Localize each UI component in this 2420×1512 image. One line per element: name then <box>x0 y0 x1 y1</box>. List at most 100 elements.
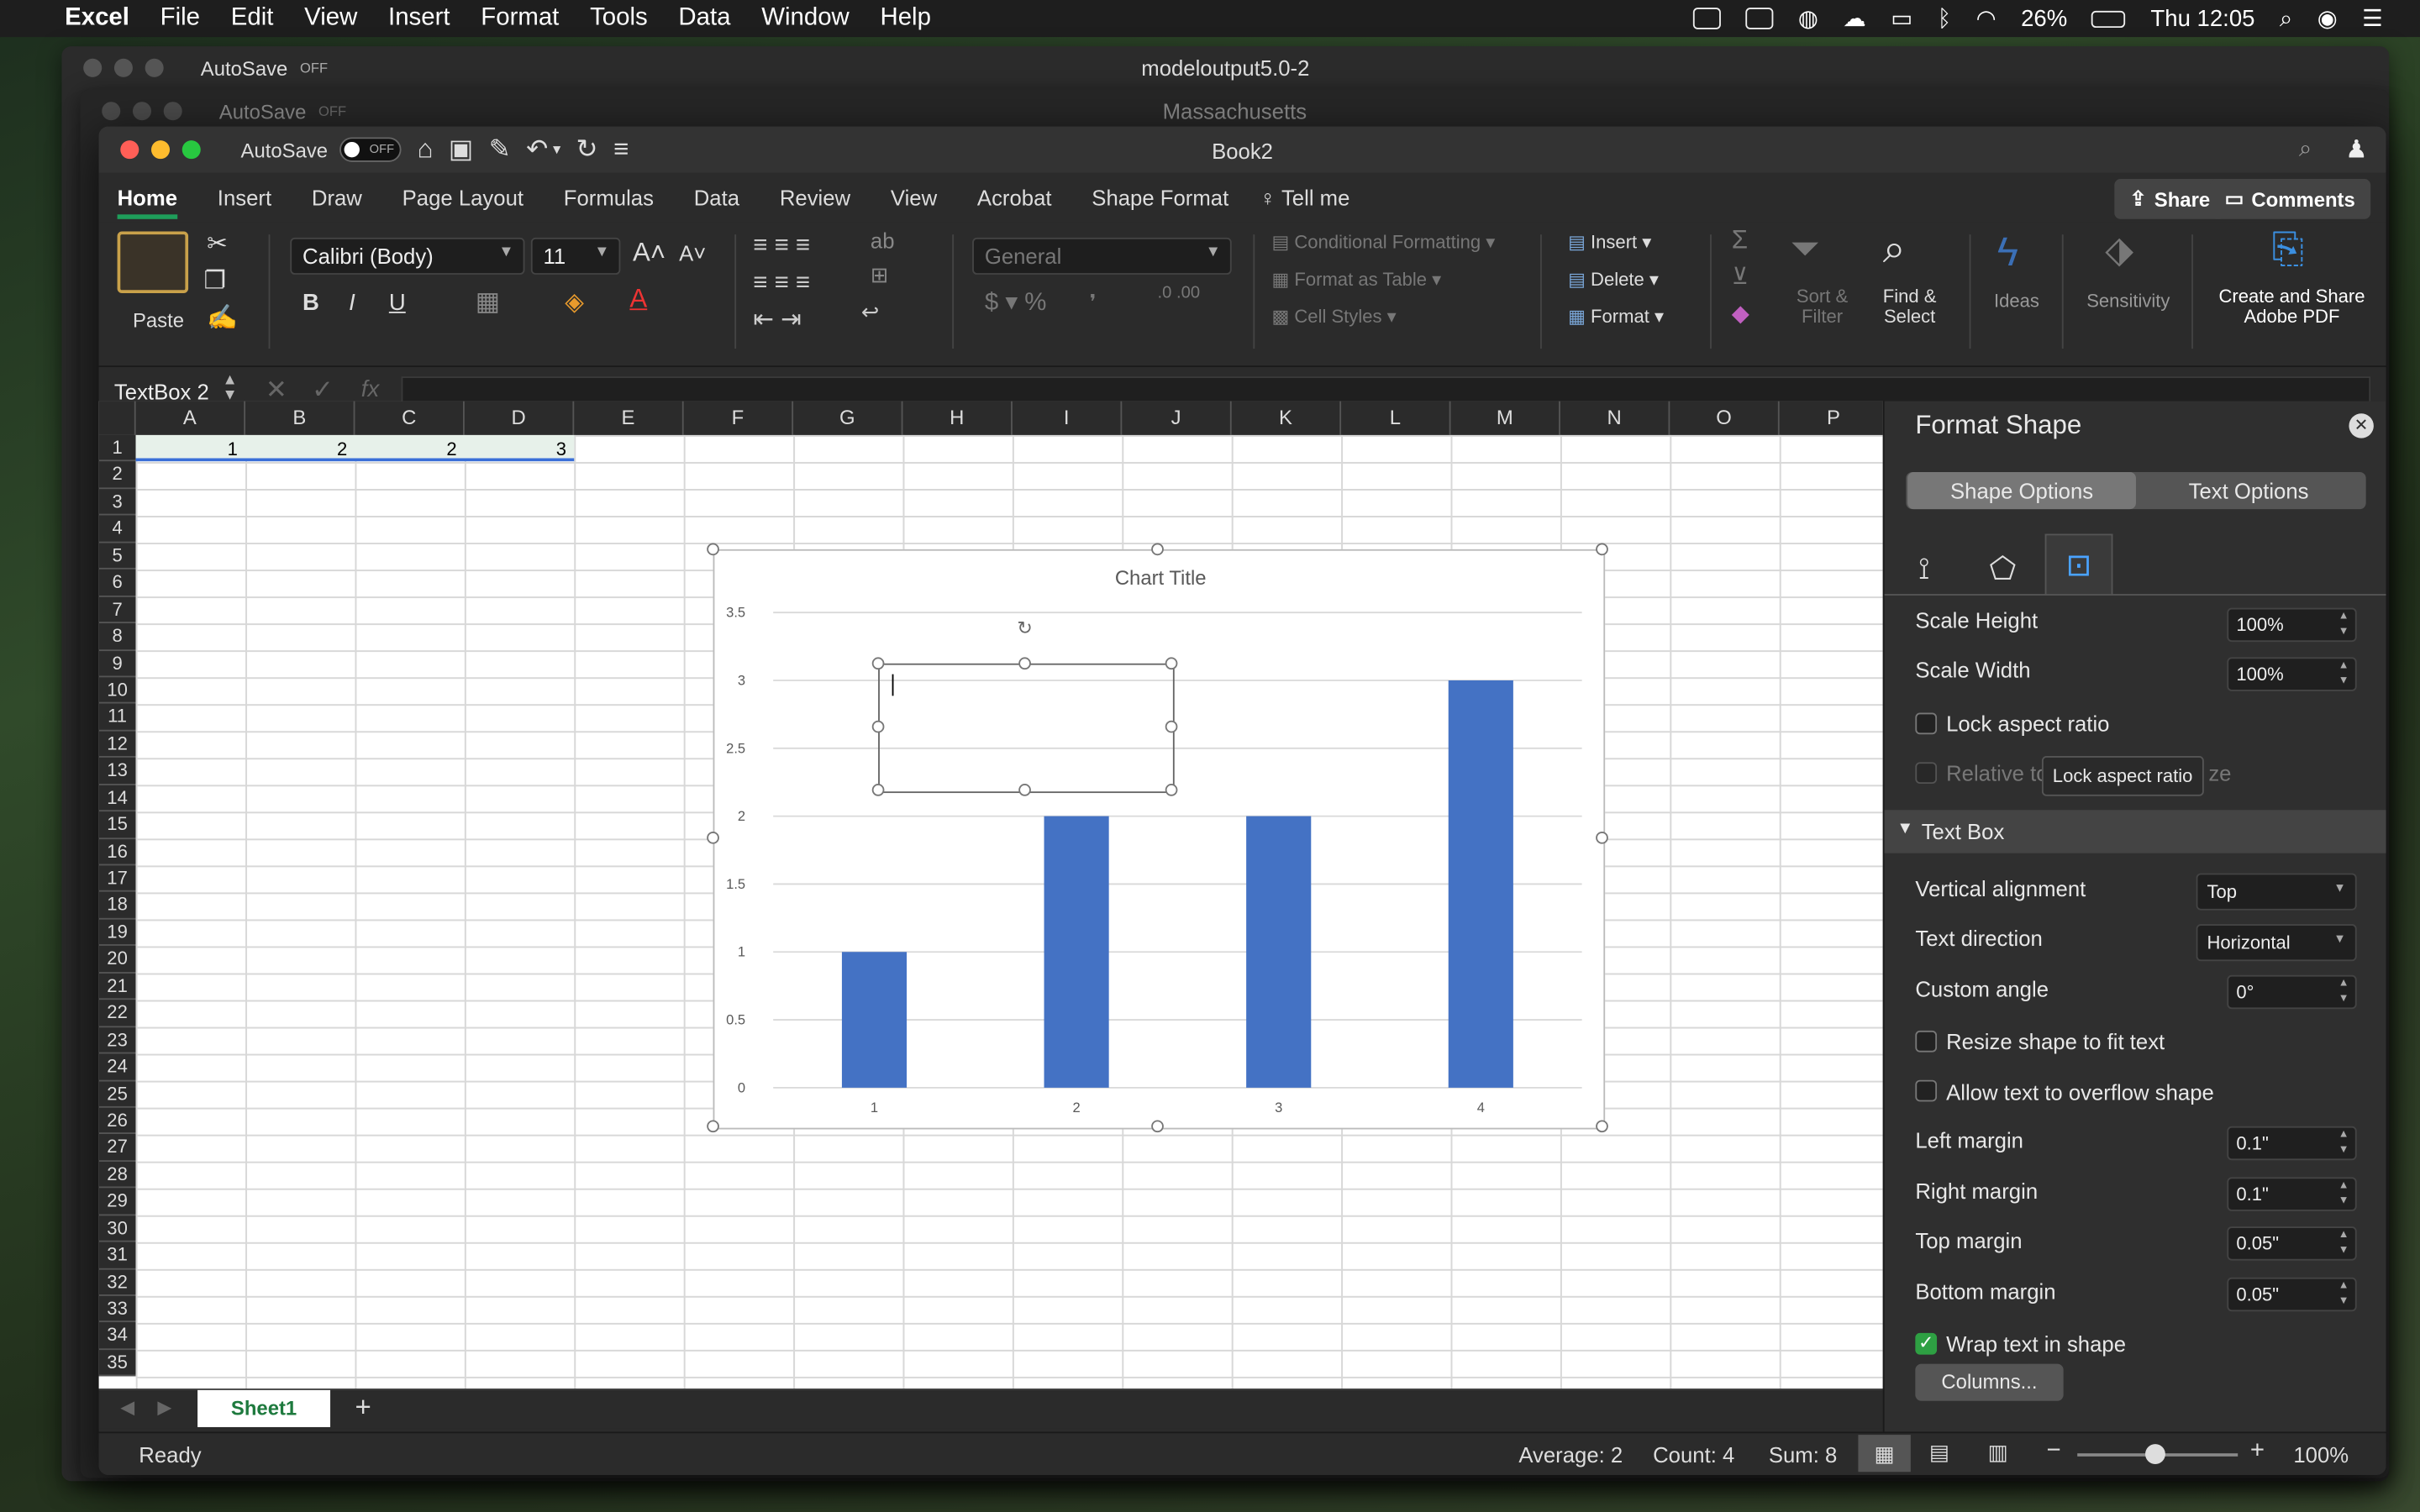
text-box-2[interactable] <box>871 657 1178 796</box>
column-header[interactable]: N <box>1560 401 1670 435</box>
right-margin-input[interactable]: 0.1" ▲ ▼ <box>2227 1177 2357 1211</box>
borders-icon[interactable]: ▦ <box>476 287 501 318</box>
sort-filter-icon[interactable]: ⏷ <box>1791 228 1820 271</box>
find-select-icon[interactable]: ⌕ <box>1883 225 1906 275</box>
top-margin-input[interactable]: 0.05" ▲ ▼ <box>2227 1226 2357 1261</box>
allow-overflow-checkbox[interactable] <box>1915 1079 1938 1102</box>
row-header[interactable]: 6 <box>98 570 136 597</box>
row-header[interactable]: 28 <box>98 1162 136 1189</box>
format-as-table-button[interactable]: ▦ Format as Table ▾ <box>1271 269 1441 291</box>
comma-icon[interactable]: ❜ <box>1090 290 1097 314</box>
prev-sheet-icon[interactable]: ◀ <box>120 1396 134 1418</box>
autosum-icon[interactable]: Σ <box>1732 225 1748 256</box>
row-header[interactable]: 9 <box>98 650 136 678</box>
textbox-resize-handle[interactable] <box>871 657 885 670</box>
notification-center-icon[interactable]: ☰ <box>2362 5 2383 32</box>
menu-file[interactable]: File <box>160 5 200 33</box>
row-header[interactable]: 14 <box>98 785 136 812</box>
tab-shape-format[interactable]: Shape Format <box>1092 176 1228 218</box>
normal-view-icon[interactable]: ▦ <box>1858 1435 1911 1473</box>
chart-resize-handle[interactable] <box>1151 543 1164 556</box>
relative-size-checkbox[interactable] <box>1915 762 1938 785</box>
column-header[interactable]: F <box>684 401 794 435</box>
bluetooth-icon[interactable]: ᛒ <box>1938 5 1952 31</box>
textbox-resize-handle[interactable] <box>1165 657 1178 670</box>
sensitivity-icon[interactable]: ⬗ <box>2105 228 2133 273</box>
row-header[interactable]: 22 <box>98 1000 136 1027</box>
adobe-pdf-icon[interactable]: ⎘ <box>2272 225 2304 275</box>
menu-format[interactable]: Format <box>481 5 559 33</box>
zoom-level[interactable]: 100% <box>2293 1442 2349 1467</box>
column-header[interactable]: D <box>465 401 575 435</box>
row-header[interactable]: 33 <box>98 1296 136 1323</box>
status-sum[interactable]: Sum: 8 <box>1769 1442 1837 1467</box>
conditional-formatting-button[interactable]: ▤ Conditional Formatting ▾ <box>1271 232 1495 254</box>
copy-icon[interactable]: ❐ <box>203 265 225 297</box>
scale-height-input[interactable]: 100% ▲ ▼ <box>2227 607 2357 643</box>
bar[interactable] <box>1246 816 1312 1088</box>
stepper-icon[interactable]: ▲ ▼ <box>2338 1179 2349 1210</box>
row-header[interactable]: 21 <box>98 973 136 1000</box>
left-margin-input[interactable]: 0.1" ▲ ▼ <box>2227 1126 2357 1161</box>
tab-page-layout[interactable]: Page Layout <box>402 176 523 218</box>
size-properties-icon[interactable]: ⊡ <box>2044 533 2113 596</box>
stepper-icon[interactable]: ▲ ▼ <box>2338 977 2349 1008</box>
page-break-view-icon[interactable]: ▥ <box>1988 1440 2008 1466</box>
stepper-icon[interactable]: ▲ ▼ <box>2338 1228 2349 1259</box>
fill-color-icon[interactable]: ◈ <box>565 287 584 318</box>
menu-app-name[interactable]: Excel <box>65 5 129 33</box>
menu-help[interactable]: Help <box>880 5 930 33</box>
chart-resize-handle[interactable] <box>707 831 719 844</box>
page-layout-view-icon[interactable]: ▤ <box>1929 1440 1949 1466</box>
tell-me[interactable]: ♀ Tell me <box>1260 176 1349 218</box>
tab-insert[interactable]: Insert <box>218 176 271 218</box>
tab-shape-options[interactable]: Shape Options <box>1907 472 2136 510</box>
column-header[interactable]: K <box>1232 401 1342 435</box>
next-sheet-icon[interactable]: ▶ <box>157 1396 171 1418</box>
italic-button[interactable]: I <box>349 290 355 316</box>
row-header[interactable]: 30 <box>98 1215 136 1242</box>
row-header[interactable]: 10 <box>98 677 136 705</box>
row-header[interactable]: 13 <box>98 758 136 785</box>
row-header[interactable]: 23 <box>98 1027 136 1054</box>
row-header[interactable]: 19 <box>98 919 136 947</box>
stepper-icon[interactable]: ▲ ▼ <box>2338 659 2349 690</box>
row-header[interactable]: 34 <box>98 1323 136 1350</box>
stepper-icon[interactable]: ▲ ▼ <box>2338 1279 2349 1310</box>
column-header[interactable]: G <box>793 401 903 435</box>
cut-icon[interactable]: ✂ <box>207 228 228 260</box>
wifi-icon[interactable]: ◠ <box>1976 5 1996 32</box>
row-header[interactable]: 4 <box>98 516 136 543</box>
camera-icon[interactable] <box>1692 8 1722 29</box>
chart-resize-handle[interactable] <box>707 1120 719 1133</box>
menu-edit[interactable]: Edit <box>231 5 274 33</box>
search-icon[interactable]: ⌕ <box>2299 136 2312 162</box>
chart-title[interactable]: Chart Title <box>1115 567 1207 590</box>
tab-draw[interactable]: Draw <box>312 176 362 218</box>
battery-icon[interactable] <box>2091 9 2127 28</box>
wrap-text-checkbox[interactable]: ✓ <box>1915 1331 1938 1355</box>
zoom-in-icon[interactable]: + <box>2250 1438 2265 1466</box>
menu-tools[interactable]: Tools <box>590 5 648 33</box>
resize-shape-checkbox[interactable] <box>1915 1030 1938 1053</box>
wd-drive-icon[interactable] <box>1745 8 1774 29</box>
text-direction-select[interactable]: Horizontal ▼ <box>2196 924 2357 962</box>
chart-resize-handle[interactable] <box>1596 831 1608 844</box>
function-icon[interactable]: fx <box>361 376 379 402</box>
row-header[interactable]: 31 <box>98 1242 136 1269</box>
sort-filter-button[interactable]: Sort & Filter <box>1797 286 1848 328</box>
ideas-icon[interactable]: ϟ <box>1997 228 2018 276</box>
row-header[interactable]: 32 <box>98 1269 136 1296</box>
font-size-select[interactable]: 11 ▼ <box>530 237 621 275</box>
bar[interactable] <box>841 952 908 1088</box>
row-header[interactable]: 11 <box>98 704 136 732</box>
textbox-resize-handle[interactable] <box>871 784 885 796</box>
zoom-slider-thumb[interactable] <box>2145 1444 2165 1465</box>
fill-line-icon[interactable]: ⟟ <box>1918 553 1930 588</box>
clock[interactable]: Thu 12:05 <box>2150 5 2254 31</box>
status-average[interactable]: Average: 2 <box>1518 1442 1623 1467</box>
textbox-resize-handle[interactable] <box>1018 657 1031 670</box>
siri-icon[interactable]: ◉ <box>2317 5 2338 32</box>
column-header[interactable]: O <box>1670 401 1780 435</box>
vpn-icon[interactable]: ◍ <box>1798 5 1818 32</box>
